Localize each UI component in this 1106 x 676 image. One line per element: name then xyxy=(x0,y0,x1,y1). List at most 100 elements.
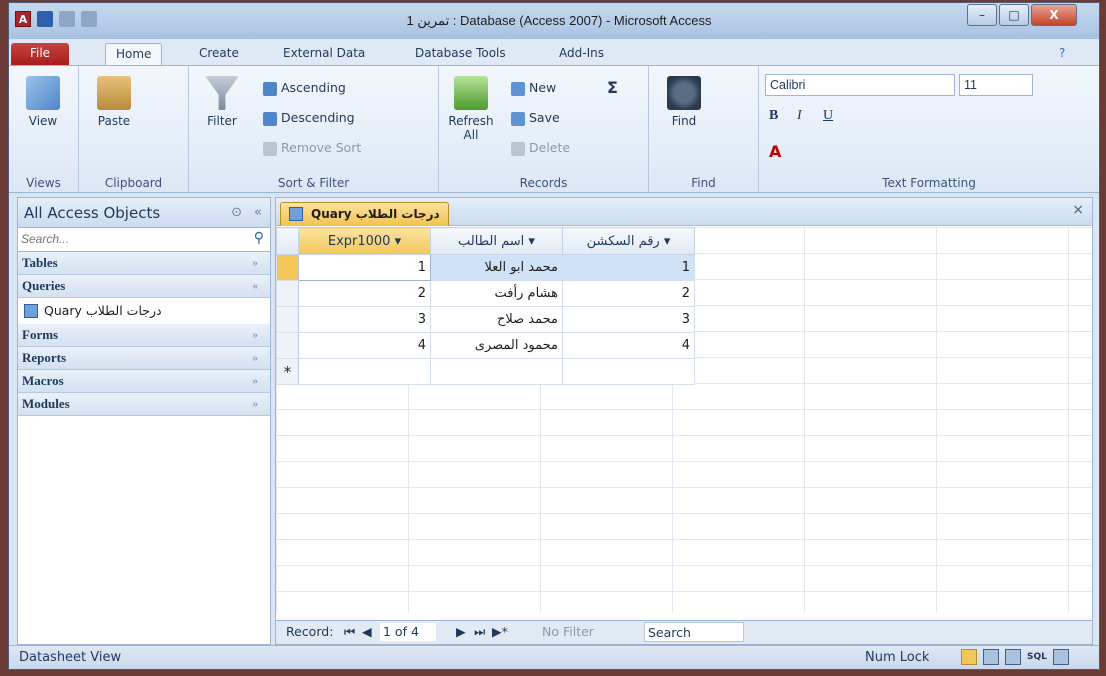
collapse-pane-icon[interactable]: « xyxy=(254,198,262,228)
first-record-icon[interactable]: ⏮ xyxy=(344,621,355,643)
font-size-box[interactable]: 11 xyxy=(959,74,1033,96)
nav-menu-icon[interactable]: ⊙ xyxy=(231,198,242,228)
nav-header-label: All Access Objects xyxy=(24,204,161,222)
nav-category-label: Reports xyxy=(22,350,67,365)
maximize-button[interactable]: □ xyxy=(999,4,1029,26)
chevron-down-icon: » xyxy=(252,375,259,387)
table-cell[interactable]: محمود المصرى xyxy=(430,332,563,359)
save-icon[interactable] xyxy=(37,11,53,27)
nav-category-queries[interactable]: Queries « xyxy=(18,275,270,298)
nav-category-modules[interactable]: Modules » xyxy=(18,393,270,416)
table-row[interactable]: 2 هشام رأفت 2 xyxy=(276,280,695,307)
record-position-input[interactable]: 1 of 4 xyxy=(380,623,436,641)
prev-record-icon[interactable]: ◀ xyxy=(362,621,372,643)
close-button[interactable]: X xyxy=(1031,4,1077,26)
tab-database-tools[interactable]: Database Tools xyxy=(405,43,516,65)
find-label: Find xyxy=(671,114,697,128)
column-header-student-name[interactable]: اسم الطالب ▾ xyxy=(430,227,563,255)
table-row[interactable]: 1 محمد ابو العلا 1 xyxy=(276,254,695,281)
nav-category-macros[interactable]: Macros » xyxy=(18,370,270,393)
row-selector[interactable] xyxy=(276,254,299,281)
redo-icon[interactable] xyxy=(81,11,97,27)
descending-button[interactable]: Descending xyxy=(263,110,355,126)
table-row[interactable]: 3 محمد صلاح 3 xyxy=(276,306,695,333)
bold-button[interactable]: B xyxy=(769,108,778,124)
nav-search-input[interactable] xyxy=(18,228,238,250)
column-header-expr1000[interactable]: Expr1000 ▾ xyxy=(298,227,431,255)
query-icon xyxy=(289,207,303,221)
nav-category-tables[interactable]: Tables » xyxy=(18,252,270,275)
design-view-icon[interactable] xyxy=(1053,649,1069,665)
tab-add-ins[interactable]: Add-Ins xyxy=(549,43,614,65)
refresh-all-button[interactable]: Refresh All xyxy=(443,76,499,142)
sql-view-icon[interactable]: SQL xyxy=(1027,646,1047,669)
undo-icon[interactable] xyxy=(59,11,75,27)
text-formatting-group-label: Text Formatting xyxy=(882,176,976,190)
select-all-cell[interactable] xyxy=(276,227,299,255)
minimize-button[interactable]: – xyxy=(967,4,997,26)
delete-label: Delete xyxy=(529,140,571,155)
next-record-icon[interactable]: ▶ xyxy=(456,621,466,643)
column-header-section-number[interactable]: رقم السكشن ▾ xyxy=(562,227,695,255)
table-cell[interactable]: محمد ابو العلا xyxy=(430,254,563,281)
pivottable-view-icon[interactable] xyxy=(983,649,999,665)
font-color-icon[interactable]: A xyxy=(769,142,781,161)
table-cell[interactable]: 3 xyxy=(298,306,431,333)
nav-category-label: Macros xyxy=(22,373,64,388)
access-app-icon[interactable]: A xyxy=(15,11,31,27)
table-cell[interactable]: 2 xyxy=(298,280,431,307)
table-cell[interactable]: هشام رأفت xyxy=(430,280,563,307)
filter-button[interactable]: Filter xyxy=(197,76,247,128)
new-label: New xyxy=(529,80,557,95)
table-cell[interactable]: محمد صلاح xyxy=(430,306,563,333)
remove-sort-button[interactable]: Remove Sort xyxy=(263,140,361,156)
new-record-row[interactable]: * xyxy=(276,358,695,385)
table-cell[interactable] xyxy=(298,358,431,385)
font-name-box[interactable]: Calibri xyxy=(765,74,955,96)
save-label: Save xyxy=(529,110,560,125)
italic-button[interactable]: I xyxy=(797,108,802,124)
nav-category-forms[interactable]: Forms » xyxy=(18,324,270,347)
view-button[interactable]: View xyxy=(17,76,69,128)
table-cell[interactable] xyxy=(430,358,563,385)
help-icon[interactable]: ? xyxy=(1049,43,1075,65)
table-row[interactable]: 4 محمود المصرى 4 xyxy=(276,332,695,359)
no-filter-indicator[interactable]: No Filter xyxy=(542,621,594,643)
close-document-icon[interactable]: × xyxy=(1072,202,1084,218)
datasheet-table: Expr1000 ▾ اسم الطالب ▾ رقم السكشن ▾ 1 م… xyxy=(276,227,695,385)
table-cell[interactable]: 4 xyxy=(562,332,695,359)
pivotchart-view-icon[interactable] xyxy=(1005,649,1021,665)
underline-button[interactable]: U xyxy=(823,108,833,124)
nav-query-item[interactable]: Quary درجات الطلاب xyxy=(18,298,270,324)
tab-external-data[interactable]: External Data xyxy=(273,43,375,65)
table-cell[interactable] xyxy=(562,358,695,385)
new-record-button[interactable]: New xyxy=(511,80,556,96)
table-cell[interactable]: 1 xyxy=(562,254,695,281)
last-record-icon[interactable]: ⏭ xyxy=(474,621,485,643)
document-tab[interactable]: Quary درجات الطلاب xyxy=(280,202,449,226)
totals-button[interactable]: Σ xyxy=(607,78,618,97)
document-tab-bar: Quary درجات الطلاب × xyxy=(276,198,1092,226)
tab-home[interactable]: Home xyxy=(105,43,163,65)
tab-file[interactable]: File xyxy=(11,43,69,65)
datasheet-view-icon[interactable] xyxy=(961,649,977,665)
table-cell[interactable]: 4 xyxy=(298,332,431,359)
table-cell[interactable]: 2 xyxy=(562,280,695,307)
record-search-box[interactable]: Search xyxy=(644,622,744,642)
paste-button[interactable]: Paste xyxy=(89,76,139,128)
new-record-icon[interactable]: ▶* xyxy=(492,621,508,643)
nav-category-reports[interactable]: Reports » xyxy=(18,347,270,370)
save-record-button[interactable]: Save xyxy=(511,110,560,126)
table-cell[interactable]: 3 xyxy=(562,306,695,333)
nav-header[interactable]: All Access Objects ⊙ « xyxy=(18,198,270,228)
find-button[interactable]: Find xyxy=(659,76,709,128)
row-selector[interactable] xyxy=(276,332,299,359)
row-selector[interactable] xyxy=(276,280,299,307)
table-cell[interactable]: 1 xyxy=(298,254,431,281)
ascending-button[interactable]: Ascending xyxy=(263,80,346,96)
row-selector[interactable] xyxy=(276,306,299,333)
delete-record-button[interactable]: Delete xyxy=(511,140,570,156)
tab-create[interactable]: Create xyxy=(189,43,249,65)
search-icon[interactable]: ⚲ xyxy=(254,230,264,246)
chevron-down-icon: » xyxy=(252,257,259,269)
